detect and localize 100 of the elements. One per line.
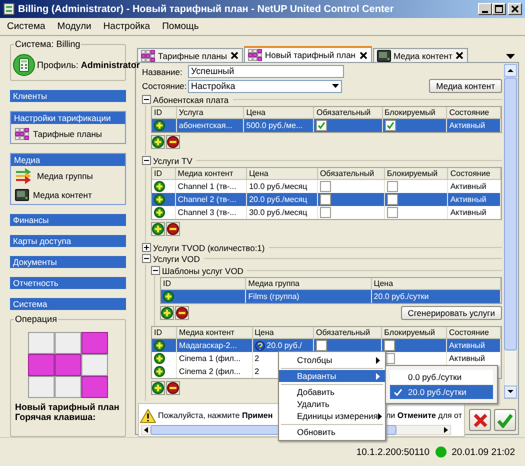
checkbox[interactable] [386,194,398,205]
minimize-button[interactable] [478,3,492,15]
name-field[interactable]: Успешный [188,65,344,78]
column-header[interactable]: Блокируемый [382,107,448,119]
close-button[interactable] [508,3,522,15]
checkbox[interactable] [386,181,398,192]
menu-item[interactable]: Добавить [279,386,385,398]
collapse-icon[interactable] [142,156,151,165]
sidebar-header[interactable]: Настройки тарификации [11,112,125,124]
sidebar-item[interactable]: Тарифные планы [11,124,125,143]
question-icon [254,340,265,350]
sidebar-item[interactable]: Медиа группы [11,166,125,185]
checkbox[interactable] [320,181,331,192]
collapse-icon[interactable] [142,254,151,263]
column-header[interactable]: Блокируемый [382,327,448,339]
server-address: 10.1.2.200:50110 [356,446,430,458]
menu-item[interactable]: Единицы измерения [279,410,385,422]
table-cell: Channel 2 (тв-... [176,193,248,206]
calculator-icon [13,54,35,76]
close-icon[interactable] [230,51,239,60]
menu-item[interactable]: Система [6,20,46,33]
remove-button[interactable] [166,135,180,149]
menu-item[interactable]: 0.0 руб./сутки [390,370,493,384]
menu-item[interactable]: Модули [56,20,92,33]
apply-button[interactable] [494,409,516,431]
column-header[interactable]: Медиа группа [246,278,372,290]
caret-icon[interactable] [506,54,515,59]
column-header[interactable]: Состояние [447,107,501,119]
media-content-button[interactable]: Медиа контент [429,79,502,93]
warning-icon [140,408,156,422]
table-cell: 500.0 руб./ме... [244,119,314,132]
checkbox[interactable] [384,340,396,351]
menu-item[interactable]: Помощь [161,20,200,33]
tab[interactable]: Тарифные планы [137,48,243,62]
checkbox[interactable] [320,194,331,205]
tab[interactable]: Новый тарифный план [244,46,372,62]
plus-icon [154,207,165,218]
checkbox[interactable] [316,340,327,351]
close-icon[interactable] [455,51,464,60]
collapse-icon[interactable] [142,95,151,104]
cancel-button[interactable] [469,409,491,431]
generate-button[interactable]: Сгенерировать услуги [400,306,502,320]
state-dropdown[interactable]: Настройка [188,80,342,92]
column-header[interactable]: Обязательный [314,107,383,119]
sidebar-header[interactable]: Система [10,298,126,310]
table-cell: абонентская... [176,119,244,132]
sidebar-header[interactable]: Документы [10,256,126,268]
arrows-icon [15,168,33,184]
column-header[interactable]: Цена [244,107,314,119]
column-header[interactable]: Цена [247,168,318,180]
column-header[interactable]: Состояние [447,327,501,339]
add-button[interactable] [151,135,165,149]
table-cell: Мадагаскар-2... [177,339,253,352]
column-header[interactable]: Цена [252,327,314,339]
collapse-icon[interactable] [151,266,160,275]
column-header[interactable]: Обязательный [314,327,382,339]
menu-item[interactable]: 20.0 руб./сутки [390,385,493,399]
close-icon[interactable] [358,50,368,60]
sidebar-item[interactable]: Медиа контент [11,185,125,204]
column-header[interactable]: ID [161,278,246,290]
column-header[interactable]: Цена [372,278,501,290]
maximize-button[interactable] [492,3,506,15]
remove-button[interactable] [175,306,189,320]
menu-item[interactable]: Обновить [279,426,385,438]
checkbox[interactable] [384,120,396,131]
expand-icon[interactable] [142,243,151,252]
menu-item[interactable]: Настройка [102,20,152,33]
column-header[interactable]: Медиа контент [177,327,253,339]
menu-item[interactable]: Варианты [279,370,385,382]
menu-item[interactable]: Столбцы [279,354,385,366]
checkbox[interactable] [320,207,331,218]
sidebar-header[interactable]: Клиенты [10,90,126,102]
sidebar-header[interactable]: Медиа [11,154,125,166]
remove-button[interactable] [166,381,180,395]
column-header[interactable]: Состояние [448,168,501,180]
table-cell: 20.0 руб./месяц [247,193,318,206]
table-cell: 20.0 руб./сутки [372,290,501,303]
column-header[interactable]: Услуга [176,107,244,119]
sidebar-header[interactable]: Финансы [10,214,126,226]
column-header[interactable]: ID [152,168,176,180]
table-cell: 30.0 руб./месяц [247,206,318,219]
sidebar-header[interactable]: Отчетность [10,277,126,289]
remove-button[interactable] [166,222,180,236]
close-icon [511,5,519,13]
column-header[interactable]: Обязательный [318,168,385,180]
add-button[interactable] [151,381,165,395]
add-button[interactable] [151,222,165,236]
sidebar-header[interactable]: Карты доступа [10,235,126,247]
vertical-scrollbar[interactable] [504,64,517,399]
column-header[interactable]: Медиа контент [176,168,248,180]
tab[interactable]: Медиа контент [372,48,468,62]
checkbox[interactable] [386,207,398,218]
profile-label: Профиль: Administrator [37,60,140,70]
menu-item[interactable]: Удалить [279,398,385,410]
column-header[interactable]: Блокируемый [384,168,448,180]
add-button[interactable] [160,306,174,320]
column-header[interactable]: ID [152,327,178,339]
column-header[interactable]: ID [152,107,177,119]
checkbox[interactable] [316,120,328,131]
section-title: Абонентская плата [153,94,229,104]
